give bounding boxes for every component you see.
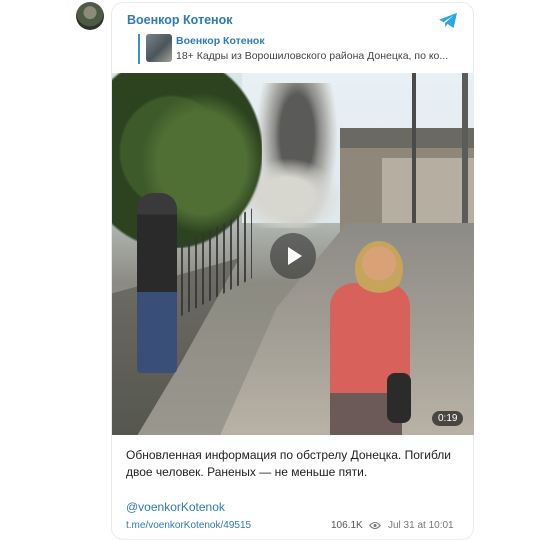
eye-icon bbox=[369, 521, 381, 530]
video-frame-pole bbox=[412, 73, 416, 238]
play-icon[interactable] bbox=[270, 233, 316, 279]
post-text: Обновленная информация по обстрелу Донец… bbox=[126, 448, 452, 479]
video-duration: 0:19 bbox=[432, 411, 464, 426]
channel-mention-link[interactable]: @voenkorKotenok bbox=[126, 500, 225, 514]
telegram-icon[interactable] bbox=[438, 12, 459, 29]
video-frame-person bbox=[137, 193, 177, 373]
post-footer: t.me/voenkorKotenok/49515 106.1K Jul 31 … bbox=[126, 520, 466, 534]
post-timestamp[interactable]: Jul 31 at 10:01 bbox=[388, 520, 454, 531]
telegram-post-card: Военкор Котенок Военкор Котенок 18+ Кадр… bbox=[111, 2, 474, 540]
video-frame-bag bbox=[387, 373, 411, 423]
reply-author: Военкор Котенок bbox=[176, 35, 265, 47]
channel-avatar[interactable] bbox=[76, 2, 104, 30]
reply-preview[interactable]: Военкор Котенок 18+ Кадры из Ворошиловск… bbox=[138, 34, 468, 64]
channel-name[interactable]: Военкор Котенок bbox=[127, 13, 232, 27]
view-count: 106.1K bbox=[331, 520, 363, 531]
video-frame-person-head bbox=[355, 241, 403, 297]
post-link[interactable]: t.me/voenkorKotenok/49515 bbox=[126, 520, 251, 531]
reply-thumbnail bbox=[146, 34, 172, 62]
reply-text: 18+ Кадры из Ворошиловского района Донец… bbox=[176, 50, 449, 62]
video-player[interactable]: 0:19 bbox=[112, 73, 474, 435]
